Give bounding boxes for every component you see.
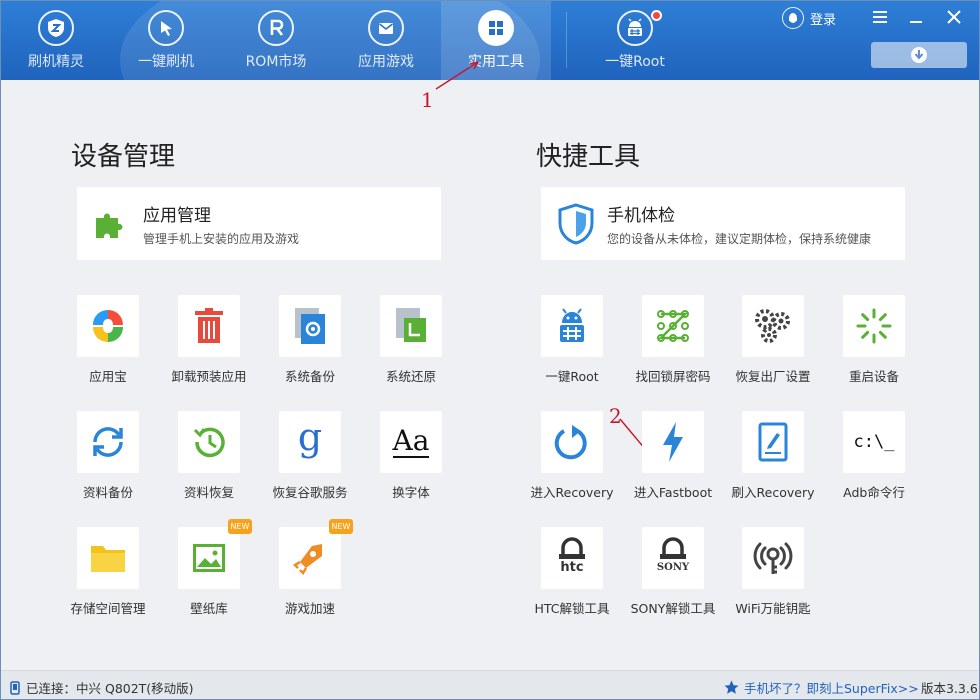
connection-status: 已连接：中兴 Q802T(移动版) [10,678,194,697]
superfix-text: 手机坏了？即刻上SuperFix>> [744,681,919,696]
history-icon [178,411,240,473]
tile-recover-lock-password[interactable]: 找回锁屏密码 [623,295,723,385]
htc-glyph: htc [560,560,584,575]
tile-flash-recovery[interactable]: 刷入Recovery [723,411,823,501]
image-icon: NEW [178,519,252,589]
tile-label: 换字体 [392,485,430,500]
tile-restore-google[interactable]: g 恢复谷歌服务 [260,411,360,501]
tile-label: 卸载预装应用 [171,369,247,384]
sync-icon [77,411,139,473]
tile-label: HTC解锁工具 [534,601,610,616]
tile-label: 存储空间管理 [70,601,146,616]
font-glyph: Aa [392,424,430,458]
version-label: 版本3.3.6 [921,681,978,696]
new-badge: NEW [329,519,353,534]
card-title: 手机体检 [607,205,675,226]
sony-glyph: SONY [656,562,690,573]
tile-label: 资料恢复 [183,485,234,500]
tile-storage-management[interactable]: 存储空间管理 [58,527,158,617]
tile-reboot-device[interactable]: 重启设备 [824,295,924,385]
tile-label: 游戏加速 [284,601,335,616]
lightning-icon [642,411,704,473]
tile-data-restore[interactable]: 资料恢复 [159,411,259,501]
tile-uninstall-preinstalled[interactable]: 卸载预装应用 [159,295,259,385]
tile-label: 刷入Recovery [731,485,815,500]
card-subtitle: 您的设备从未体检，建议定期体检，保持系统健康 [607,231,872,246]
tile-sony-unlock[interactable]: SONY SONY解锁工具 [623,527,723,617]
tile-label: 重启设备 [848,369,899,384]
tile-game-boost[interactable]: NEW 游戏加速 [260,519,360,617]
pattern-lock-icon [642,295,704,357]
tile-data-backup[interactable]: 资料备份 [58,411,158,501]
htc-lock-icon: htc [541,527,603,589]
system-restore-icon [380,295,442,357]
tile-change-font[interactable]: Aa 换字体 [361,411,461,501]
superfix-link[interactable]: 手机坏了？即刻上SuperFix>> [724,678,919,697]
quick-tools-title: 快捷工具 [536,142,641,172]
svg-text:g: g [298,420,322,459]
tile-yingyongbao[interactable]: 应用宝 [58,295,158,385]
tile-label: 应用宝 [89,369,127,384]
refresh-icon [541,411,603,473]
adb-glyph: c:\_ [853,432,895,452]
tile-label: 壁纸库 [190,601,228,616]
rocket-icon: NEW [279,519,353,589]
tile-label: SONY解锁工具 [630,601,716,616]
tile-label: 一键Root [545,369,599,384]
folder-icon [77,527,139,589]
tile-enter-fastboot[interactable]: 进入Fastboot [623,411,723,501]
sony-lock-icon: SONY [642,527,704,589]
tile-system-restore[interactable]: 系统还原 [361,295,461,385]
card-subtitle: 管理手机上安装的应用及游戏 [143,231,300,246]
card-title: 应用管理 [143,205,211,226]
tile-label: 找回锁屏密码 [635,369,711,384]
yingyongbao-icon [77,295,139,357]
tablet-edit-icon [742,411,804,473]
tile-label: 恢复谷歌服务 [272,485,348,500]
tile-label: 系统备份 [284,369,335,384]
new-badge: NEW [228,519,252,534]
tile-label: 系统还原 [385,369,436,384]
google-g-icon: g [279,411,341,473]
trash-icon [178,295,240,357]
font-icon: Aa [380,411,442,473]
tile-factory-reset[interactable]: 恢复出厂设置 [723,295,823,385]
loading-spinner-icon [843,295,905,357]
tile-one-click-root[interactable]: 一键Root [522,295,622,385]
app-management-card[interactable]: 应用管理 管理手机上安装的应用及游戏 [77,187,441,260]
gears-icon [742,295,804,357]
wifi-key-icon [742,527,804,589]
puzzle-icon [87,199,137,249]
device-management-title: 设备管理 [71,142,176,172]
tile-system-backup[interactable]: 系统备份 [260,295,360,385]
tile-label: 进入Fastboot [633,485,713,500]
tile-adb-command[interactable]: c:\_ Adb命令行 [824,411,924,501]
tile-label: 恢复出厂设置 [735,369,811,384]
tile-wallpaper-library[interactable]: NEW 壁纸库 [159,519,259,617]
system-backup-icon [279,295,341,357]
shield-check-icon [551,199,601,249]
connection-text: 已连接：中兴 Q802T(移动版) [26,681,194,696]
phone-icon [10,680,20,695]
phone-checkup-card[interactable]: 手机体检 您的设备从未体检，建议定期体检，保持系统健康 [541,187,905,260]
tile-label: WiFi万能钥匙 [735,601,811,616]
annotation-number-1: 1 [421,88,434,112]
tile-htc-unlock[interactable]: htc HTC解锁工具 [522,527,622,617]
tile-wifi-key[interactable]: WiFi万能钥匙 [723,527,823,617]
tile-enter-recovery[interactable]: 进入Recovery [522,411,622,501]
tile-label: 进入Recovery [530,485,614,500]
android-root-icon [541,295,603,357]
tile-label: 资料备份 [82,485,133,500]
tile-label: Adb命令行 [843,485,905,500]
terminal-icon: c:\_ [843,411,905,473]
status-bar: 已连接：中兴 Q802T(移动版) 手机坏了？即刻上SuperFix>> 版本3… [0,670,980,700]
star-icon [724,680,739,694]
